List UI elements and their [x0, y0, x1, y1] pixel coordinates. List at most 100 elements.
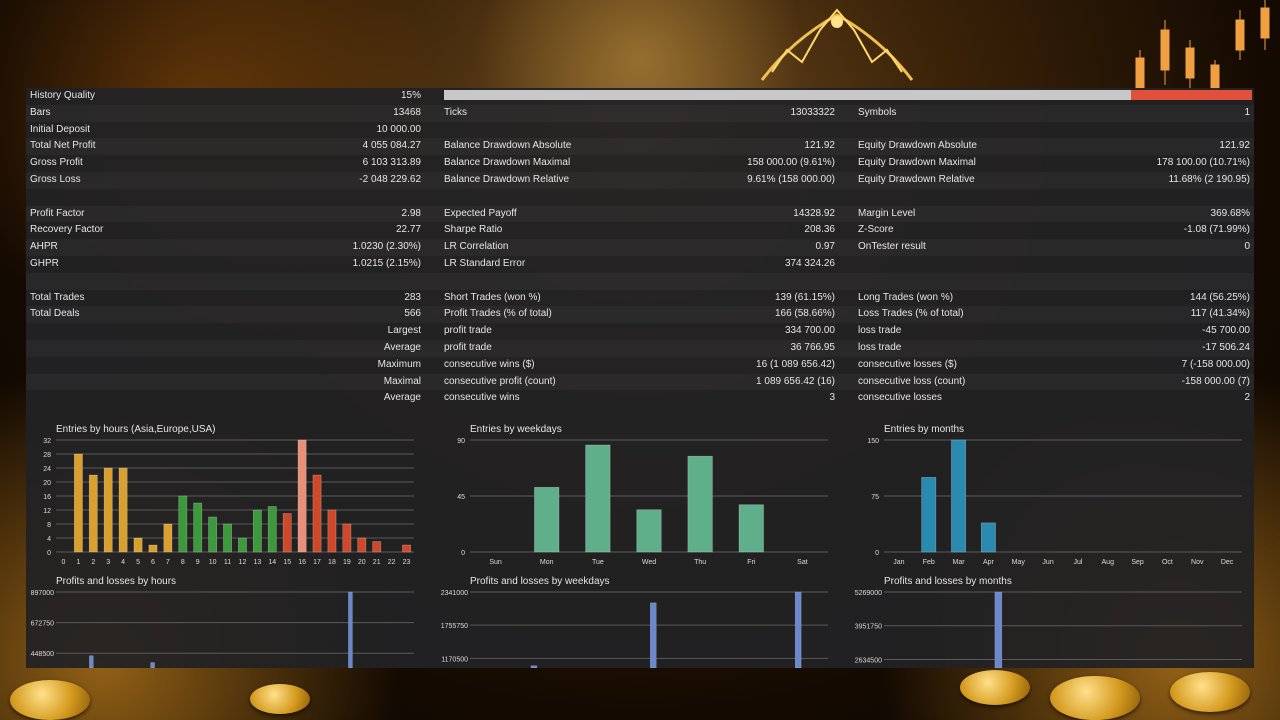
- stat-label: consecutive profit (count): [444, 375, 556, 387]
- stat-label: Equity Drawdown Maximal: [858, 157, 976, 169]
- x-tick-label: Tue: [592, 559, 604, 566]
- stat-label: Gross Profit: [30, 157, 83, 169]
- y-tick-label: 0: [47, 550, 51, 557]
- history-quality-bar-fill: [1130, 90, 1252, 100]
- x-tick-label: 16: [298, 559, 306, 566]
- y-tick-label: 1170500: [441, 656, 468, 663]
- stats-row: Total Deals 566 Profit Trades (% of total)…: [26, 306, 1254, 323]
- y-tick-label: 75: [871, 494, 879, 501]
- stat-value: 1 089 656.42 (16): [756, 375, 835, 387]
- y-tick-label: 2341000: [441, 590, 468, 597]
- bar: [687, 455, 713, 553]
- x-tick-label: Dec: [1221, 559, 1234, 566]
- stat-value: 0: [1244, 241, 1250, 253]
- stat-label: Initial Deposit: [30, 123, 91, 135]
- stat-value: -158 000.00 (7): [1181, 375, 1250, 387]
- bar: [980, 522, 996, 553]
- stat-label: Z-Score: [858, 224, 894, 236]
- stat-label: AHPR: [30, 241, 58, 253]
- history-quality-bar: [444, 90, 1252, 100]
- x-tick-label: May: [1012, 559, 1026, 566]
- stat-label: Balance Drawdown Absolute: [444, 140, 572, 152]
- stat-value: Maximum: [377, 358, 421, 370]
- bar: [994, 591, 1003, 668]
- stat-value: 283: [404, 291, 421, 303]
- x-tick-label: 1: [76, 559, 80, 566]
- stat-value: 158 000.00 (9.61%): [747, 157, 835, 169]
- bar: [738, 504, 764, 553]
- chart-svg: 0481216202428320 1 2 3 4 5 6 7 8 9 10 11 12 13 14 15 16 1…: [43, 438, 414, 566]
- y-tick-label: 0: [461, 550, 465, 557]
- stat-value: 208.36: [804, 224, 835, 236]
- bar: [327, 509, 337, 553]
- bar: [89, 655, 94, 668]
- stat-label: Equity Drawdown Absolute: [858, 140, 977, 152]
- y-tick-label: 3951750: [855, 624, 882, 631]
- x-tick-label: 0: [62, 559, 66, 566]
- stats-row: Profit Factor 2.98 Expected Payoff 14328.92…: [26, 206, 1254, 223]
- stat-label: Long Trades (won %): [858, 291, 954, 303]
- stat-label: Short Trades (won %): [444, 291, 541, 303]
- stat-label: Loss Trades (% of total): [858, 308, 964, 320]
- stat-value: 13033322: [790, 106, 836, 118]
- y-tick-label: 28: [43, 452, 51, 459]
- stat-value: Maximal: [383, 375, 421, 387]
- stat-label: Total Deals: [30, 308, 80, 320]
- bar: [312, 474, 322, 553]
- candlestick-decoration: [1135, 0, 1270, 95]
- gold-coin: [250, 684, 310, 714]
- stat-label: profit trade: [444, 325, 492, 337]
- y-tick-label: 4: [47, 536, 51, 543]
- history-quality-row: History Quality 15%: [26, 88, 1254, 105]
- x-tick-label: Jun: [1042, 559, 1053, 566]
- stat-label: Gross Loss: [30, 173, 81, 185]
- x-tick-label: Jan: [893, 559, 904, 566]
- y-tick-label: 16: [43, 494, 51, 501]
- stat-value: 139 (61.15%): [774, 291, 835, 303]
- stat-value: 14328.92: [793, 207, 835, 219]
- stat-value: 11.68% (2 190.95): [1168, 173, 1250, 185]
- history-quality-label: History Quality: [30, 90, 96, 101]
- y-tick-label: 24: [43, 466, 51, 473]
- chart-svg: 448500 672750 897000: [31, 590, 414, 668]
- gold-coin: [1170, 672, 1250, 712]
- bar: [297, 439, 307, 553]
- stats-row: Total Net Profit 4 055 084.27 Balance Draw…: [26, 138, 1254, 155]
- x-tick-label: Aug: [1102, 559, 1115, 566]
- strategy-tester-report: History Quality 15% Bars 13468 Ticks 130333…: [26, 88, 1254, 668]
- y-tick-label: 32: [43, 438, 51, 445]
- bar: [118, 467, 128, 553]
- stats-row: GHPR 1.0215 (2.15%) LR Standard Error 374 3…: [26, 256, 1254, 273]
- bar: [951, 439, 967, 553]
- y-tick-label: 448500: [31, 651, 54, 658]
- gold-coin: [960, 670, 1030, 705]
- bar: [348, 591, 353, 668]
- bar: [282, 513, 292, 553]
- stats-row: Gross Profit 6 103 313.89 Balance Drawdown…: [26, 155, 1254, 172]
- stat-value: 13468: [393, 106, 421, 118]
- stat-label: Sharpe Ratio: [444, 224, 503, 236]
- y-tick-label: 20: [43, 480, 51, 487]
- stat-label: LR Correlation: [444, 241, 509, 253]
- stat-label: OnTester result: [858, 241, 926, 253]
- stat-value: 4 055 084.27: [362, 140, 421, 152]
- x-tick-label: 18: [328, 559, 336, 566]
- stats-row: [26, 189, 1254, 206]
- stat-value: Average: [383, 392, 421, 404]
- stat-value: 36 766.95: [790, 341, 836, 353]
- stat-value: 117 (41.34%): [1190, 308, 1250, 320]
- stat-value: Largest: [387, 325, 421, 337]
- gold-coin: [1050, 676, 1140, 720]
- stats-table: Bars 13468 Ticks 13033322 Symbols 1 Initial De…: [26, 105, 1254, 407]
- stat-label: Ticks: [444, 106, 467, 118]
- stat-label: Margin Level: [858, 207, 916, 219]
- stat-value: 121.92: [804, 140, 835, 152]
- y-tick-label: 12: [43, 508, 51, 515]
- bar: [223, 523, 232, 553]
- stat-label: Recovery Factor: [30, 224, 104, 236]
- stat-value: 9.61% (158 000.00): [747, 173, 835, 185]
- y-tick-label: 45: [457, 494, 465, 501]
- stat-value: 566: [404, 308, 421, 320]
- stat-label: Bars: [30, 106, 51, 118]
- x-tick-label: 15: [283, 559, 291, 566]
